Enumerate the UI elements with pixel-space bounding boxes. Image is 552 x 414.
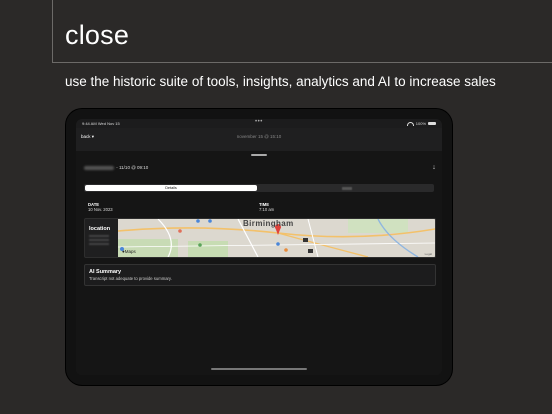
sheet-grabber[interactable] — [251, 154, 267, 156]
map-city-label: Birmingham — [243, 219, 294, 228]
segmented-control: Details — [84, 184, 434, 192]
maps-attribution: ●Maps — [122, 249, 136, 254]
wifi-icon — [406, 121, 414, 126]
tab-details[interactable]: Details — [85, 185, 257, 191]
maps-label: Maps — [124, 249, 136, 254]
time-block: TIME 7:10 am — [259, 202, 274, 212]
vertical-rule — [52, 0, 53, 62]
status-bar: 9:44 AM Wed Nov 15 ••• 100% — [76, 119, 442, 128]
status-time: 9:44 AM Wed Nov 15 — [82, 121, 120, 126]
nav-title: november 15 @ 15:10 — [236, 134, 282, 139]
tab-other[interactable] — [262, 185, 432, 191]
redacted-name — [84, 165, 114, 170]
tablet-frame: 9:44 AM Wed Nov 15 ••• 100% back ▾ novem… — [66, 109, 452, 385]
detail-sheet: - 11/10 @ 09:10 ↓ Details DATE 10 Nov. 2… — [76, 151, 442, 375]
tablet-screen: 9:44 AM Wed Nov 15 ••• 100% back ▾ novem… — [76, 119, 442, 375]
battery-icon — [428, 122, 436, 125]
date-block: DATE 10 Nov. 2023 — [88, 202, 113, 212]
map-legal-link[interactable]: Legal — [425, 252, 432, 256]
ai-summary-title: AI Summary — [89, 269, 122, 275]
location-label: location — [89, 226, 111, 232]
map-view[interactable]: Birmingham ●Maps Legal — [118, 219, 435, 257]
redacted-tab-label — [342, 186, 352, 190]
ai-summary-text: Transcript not adequate to provide summa… — [89, 276, 172, 281]
redacted-address — [89, 235, 109, 245]
ai-summary-card: AI Summary Transcript not adequate to pr… — [84, 264, 436, 286]
contact-suffix: - 11/10 @ 09:10 — [116, 165, 149, 170]
download-icon[interactable]: ↓ — [430, 164, 438, 172]
headline: close — [65, 20, 130, 50]
tagline: use the historic suite of tools, insight… — [65, 74, 496, 89]
multitasking-dots[interactable]: ••• — [255, 119, 263, 125]
status-time-text: 9:44 AM — [82, 121, 97, 126]
date-value: 10 Nov. 2023 — [88, 207, 113, 212]
nav-bar: back ▾ november 15 @ 15:10 — [76, 128, 442, 151]
location-card: location Birmingham ●Maps Legal — [84, 218, 436, 258]
status-date-text: Wed Nov 15 — [97, 121, 120, 126]
horizontal-rule — [52, 62, 552, 63]
status-right: 100% — [406, 121, 436, 126]
time-value: 7:10 am — [259, 207, 275, 212]
contact-header: - 11/10 @ 09:10 — [84, 165, 148, 170]
battery-percent: 100% — [415, 121, 426, 126]
home-indicator[interactable] — [211, 368, 307, 370]
